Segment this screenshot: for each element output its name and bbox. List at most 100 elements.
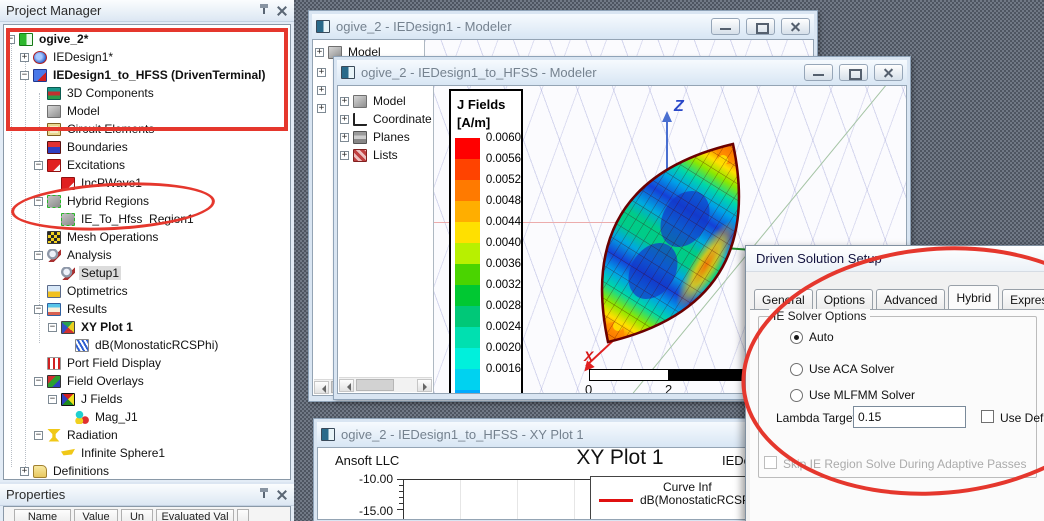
folder-icon bbox=[33, 465, 47, 478]
tree-item-mesh-operations[interactable]: Mesh Operations bbox=[4, 228, 290, 246]
scroll-right-icon[interactable] bbox=[417, 379, 432, 392]
expander-icon[interactable] bbox=[34, 305, 43, 314]
scroll-left-icon[interactable] bbox=[339, 379, 354, 392]
tree-item-field-overlays[interactable]: Field Overlays bbox=[4, 372, 290, 390]
tree-item-model[interactable]: Model bbox=[338, 92, 433, 110]
tree-item-j-fields[interactable]: J Fields bbox=[4, 390, 290, 408]
expander-icon[interactable] bbox=[34, 377, 43, 386]
tree-item-iedesign1[interactable]: IEDesign1* bbox=[4, 48, 290, 66]
properties-column-header[interactable]: Evaluated Val bbox=[156, 509, 234, 521]
tree-item-model[interactable]: Model bbox=[4, 102, 290, 120]
tree-item-definitions[interactable]: Definitions bbox=[4, 462, 290, 480]
expander-icon[interactable] bbox=[34, 197, 43, 206]
expander-icon[interactable] bbox=[340, 133, 349, 142]
tab-general[interactable]: General bbox=[754, 289, 813, 309]
properties-column-header[interactable]: Name bbox=[14, 509, 71, 521]
pin-icon[interactable] bbox=[258, 488, 270, 502]
modeler1-title-bar[interactable]: ogive_2 - IEDesign1 - Modeler bbox=[312, 14, 814, 39]
portfield-icon bbox=[47, 357, 61, 370]
scroll-thumb[interactable] bbox=[356, 379, 394, 391]
tab-advanced[interactable]: Advanced bbox=[876, 289, 945, 309]
hybrid-tab-page: IE Solver Options AutoUse ACA SolverUse … bbox=[750, 309, 1044, 521]
tree-item-label: Analysis bbox=[65, 248, 114, 262]
tree-item-circuit-elements[interactable]: Circuit Elements bbox=[4, 120, 290, 138]
tree-item-3d-components[interactable]: 3D Components bbox=[4, 84, 290, 102]
expander-icon[interactable] bbox=[20, 53, 29, 62]
tree-item-planes[interactable]: Planes bbox=[338, 128, 433, 146]
lambda-target-input[interactable] bbox=[853, 406, 966, 428]
tree-item-lists[interactable]: Lists bbox=[338, 146, 433, 164]
expander-icon[interactable] bbox=[317, 68, 326, 77]
use-default-checkbox[interactable] bbox=[981, 410, 994, 423]
expander-icon[interactable] bbox=[34, 431, 43, 440]
radio-icon[interactable] bbox=[790, 363, 803, 376]
tree-item-ie-to-hfss-region1[interactable]: IE_To_Hfss_Region1 bbox=[4, 210, 290, 228]
dialog-title-bar[interactable]: Driven Solution Setup bbox=[746, 246, 1044, 272]
tree-item-boundaries[interactable]: Boundaries bbox=[4, 138, 290, 156]
radio-row-auto[interactable]: Auto bbox=[790, 330, 834, 344]
expander-icon[interactable] bbox=[48, 323, 57, 332]
tab-expression-cache[interactable]: Expression Cache bbox=[1002, 289, 1044, 309]
tree-item-analysis[interactable]: Analysis bbox=[4, 246, 290, 264]
expander-icon[interactable] bbox=[20, 467, 29, 476]
tree-item-setup1[interactable]: Setup1 bbox=[4, 264, 290, 282]
legend-value: 0.0020 bbox=[483, 342, 521, 354]
expander-icon[interactable] bbox=[34, 251, 43, 260]
close-icon[interactable] bbox=[276, 5, 288, 17]
tab-hybrid[interactable]: Hybrid bbox=[948, 285, 999, 309]
legend-title: J Fields bbox=[457, 97, 505, 112]
expander-icon[interactable] bbox=[340, 115, 349, 124]
properties-column-header[interactable]: Value bbox=[74, 509, 118, 521]
tree-item-iedesign1-to-hfss[interactable]: IEDesign1_to_HFSS (DrivenTerminal) bbox=[4, 66, 290, 84]
modeler2-title-bar[interactable]: ogive_2 - IEDesign1_to_HFSS - Modeler bbox=[337, 60, 907, 85]
tree-item-mag-j1[interactable]: Mag_J1 bbox=[4, 408, 290, 426]
tree-item-db-monostatic-rcs-phi[interactable]: dB(MonostaticRCSPhi) bbox=[4, 336, 290, 354]
radio-label: Use MLFMM Solver bbox=[809, 388, 915, 402]
expander-icon[interactable] bbox=[317, 86, 326, 95]
expander-icon[interactable] bbox=[317, 104, 326, 113]
radio-row-use-mlfmm-solver[interactable]: Use MLFMM Solver bbox=[790, 388, 915, 402]
properties-column-header[interactable]: Un bbox=[121, 509, 153, 521]
tree-item-xy-plot-1[interactable]: XY Plot 1 bbox=[4, 318, 290, 336]
radio-row-use-aca-solver[interactable]: Use ACA Solver bbox=[790, 362, 894, 376]
expander-icon[interactable] bbox=[340, 151, 349, 160]
expander-icon[interactable] bbox=[340, 97, 349, 106]
modeler2-horizontal-scrollbar[interactable] bbox=[339, 377, 432, 392]
pin-icon[interactable] bbox=[258, 4, 270, 18]
tree-item-label: Mag_J1 bbox=[93, 410, 140, 424]
restore-button[interactable] bbox=[839, 64, 868, 81]
expander-icon[interactable] bbox=[6, 35, 15, 44]
tree-item-results[interactable]: Results bbox=[4, 300, 290, 318]
expander-icon[interactable] bbox=[48, 395, 57, 404]
tree-item-radiation[interactable]: Radiation bbox=[4, 426, 290, 444]
minimize-button[interactable] bbox=[711, 18, 740, 35]
close-icon[interactable] bbox=[276, 489, 288, 501]
tree-item-port-field-display[interactable]: Port Field Display bbox=[4, 354, 290, 372]
expander-icon[interactable] bbox=[34, 161, 43, 170]
tree-item-optimetrics[interactable]: Optimetrics bbox=[4, 282, 290, 300]
restore-button[interactable] bbox=[746, 18, 775, 35]
tree-item-label: Definitions bbox=[51, 464, 111, 478]
minimize-button[interactable] bbox=[804, 64, 833, 81]
tree-item-coordinate[interactable]: Coordinate bbox=[338, 110, 433, 128]
tree-item-hybrid-regions[interactable]: Hybrid Regions bbox=[4, 192, 290, 210]
properties-column-header[interactable] bbox=[237, 509, 249, 521]
expander-icon[interactable] bbox=[315, 48, 324, 57]
tree-item-infinite-sphere1[interactable]: Infinite Sphere1 bbox=[4, 444, 290, 462]
close-button[interactable] bbox=[781, 18, 810, 35]
tree-item-excitations[interactable]: Excitations bbox=[4, 156, 290, 174]
project-manager-header[interactable]: Project Manager bbox=[0, 0, 294, 22]
tree-item-label: 3D Components bbox=[65, 86, 156, 100]
tree-item-label: Model bbox=[65, 104, 102, 118]
tree-item-incpwave1[interactable]: IncPWave1 bbox=[4, 174, 290, 192]
tab-options[interactable]: Options bbox=[816, 289, 873, 309]
radio-icon[interactable] bbox=[790, 389, 803, 402]
tree-item-label: IncPWave1 bbox=[79, 176, 144, 190]
properties-header[interactable]: Properties bbox=[0, 484, 294, 506]
radio-icon[interactable] bbox=[790, 331, 803, 344]
tree-item-ogive-2[interactable]: ogive_2* bbox=[4, 30, 290, 48]
legend-unit: [A/m] bbox=[457, 115, 490, 130]
close-button[interactable] bbox=[874, 64, 903, 81]
expander-icon[interactable] bbox=[20, 71, 29, 80]
scroll-left-icon[interactable] bbox=[314, 381, 329, 394]
